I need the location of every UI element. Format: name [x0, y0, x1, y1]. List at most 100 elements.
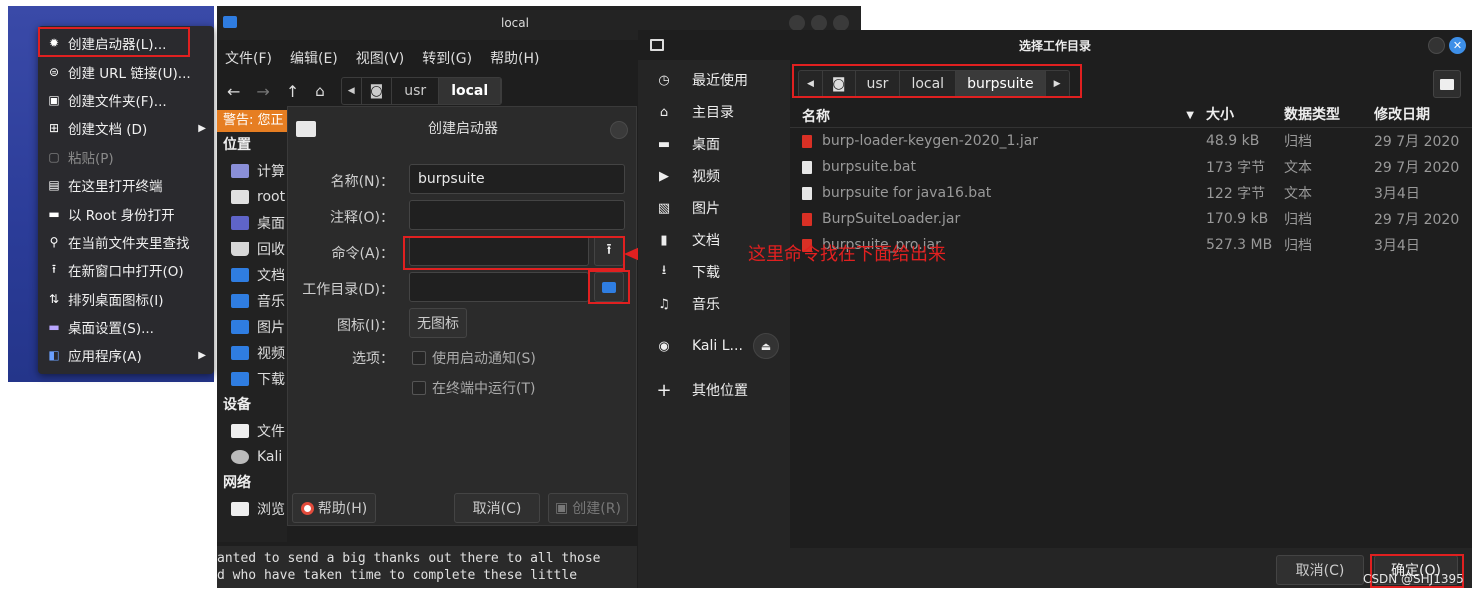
back-arrow-icon[interactable]: ←: [227, 82, 240, 101]
sidebar-item-music[interactable]: 音乐: [217, 288, 287, 314]
select-directory-dialog: 选择工作目录 ✕ ◷ 最近使用 ⌂ 主目录 ▬ 桌面 ▶ 视频 ▧ 图片 ▮ 文档 ⭳ 下载 …: [638, 30, 1472, 588]
menu-go[interactable]: 转到(G): [422, 48, 472, 68]
menu-open-new-window[interactable]: ⭱ 在新窗口中打开(O): [38, 256, 214, 284]
sidebar-item-kali[interactable]: Kali: [217, 444, 287, 470]
path-left-arrow-icon[interactable]: ◀: [799, 71, 823, 97]
new-folder-icon: [1440, 78, 1454, 90]
menu-help[interactable]: 帮助(H): [490, 48, 539, 68]
file-row[interactable]: burp-loader-keygen-2020_1.jar 48.9 kB 归档…: [790, 128, 1472, 154]
startup-notify-checkbox[interactable]: 使用启动通知(S): [412, 348, 536, 368]
menu-applications[interactable]: ◧ 应用程序(A) ▶: [38, 341, 214, 369]
sidebar-item-videos[interactable]: 视频: [217, 340, 287, 366]
name-input[interactable]: burpsuite: [409, 164, 625, 194]
maximize-button[interactable]: [811, 15, 827, 31]
new-folder-button[interactable]: [1433, 70, 1461, 98]
place-device-kali[interactable]: ◉ Kali L... ⏏: [638, 330, 790, 362]
icon-select-button[interactable]: 无图标: [409, 308, 467, 338]
place-music[interactable]: ♫ 音乐: [638, 288, 790, 320]
terminal-icon: ▤: [48, 178, 60, 193]
dialog-close-button[interactable]: ✕: [1449, 37, 1466, 54]
menu-file[interactable]: 文件(F): [225, 48, 272, 68]
workdir-input[interactable]: [409, 272, 589, 302]
path-usr[interactable]: usr: [856, 71, 901, 97]
sidebar-header-devices: 设备: [223, 397, 251, 413]
forward-arrow-icon[interactable]: →: [256, 82, 269, 101]
file-row[interactable]: BurpSuiteLoader.jar 170.9 kB 归档 29 7月 20…: [790, 206, 1472, 232]
command-browse-button[interactable]: ⭱: [594, 236, 624, 266]
workdir-browse-button[interactable]: [594, 272, 624, 302]
link-icon: ⊜: [48, 64, 60, 79]
create-icon: ▣: [555, 500, 569, 516]
run-in-terminal-checkbox[interactable]: 在终端中运行(T): [412, 378, 535, 398]
folder-icon: ▬: [48, 206, 60, 221]
place-videos[interactable]: ▶ 视频: [638, 160, 790, 192]
close-button[interactable]: [833, 15, 849, 31]
menu-desktop-settings[interactable]: ▬ 桌面设置(S)...: [38, 313, 214, 341]
sidebar-item-downloads[interactable]: 下载: [217, 366, 287, 392]
sidebar-item-computer[interactable]: 计算: [217, 158, 287, 184]
column-name[interactable]: 名称 ▼: [790, 104, 1202, 127]
place-home[interactable]: ⌂ 主目录: [638, 96, 790, 128]
computer-icon: [231, 164, 249, 178]
cancel-button[interactable]: 取消(C): [1276, 555, 1364, 585]
comment-input[interactable]: [409, 200, 625, 230]
menu-create-launcher[interactable]: ✹ 创建启动器(L)...: [38, 29, 214, 57]
sidebar-item-desktop[interactable]: 桌面: [217, 210, 287, 236]
workdir-label: 工作目录(D)：: [302, 282, 394, 298]
command-input[interactable]: [409, 236, 589, 266]
sidebar-item-pictures[interactable]: 图片: [217, 314, 287, 340]
paste-icon: ▢: [48, 149, 60, 164]
path-burpsuite[interactable]: burpsuite: [956, 71, 1046, 97]
menu-view[interactable]: 视图(V): [356, 48, 405, 68]
menu-open-as-root[interactable]: ▬ 以 Root 身份打开: [38, 199, 214, 227]
place-recent[interactable]: ◷ 最近使用: [638, 64, 790, 96]
sidebar-item-documents[interactable]: 文档: [217, 262, 287, 288]
column-size[interactable]: 大小: [1202, 104, 1280, 127]
dialog-title: 创建启动器: [428, 121, 498, 137]
minimize-button[interactable]: [789, 15, 805, 31]
path-local[interactable]: local: [900, 71, 957, 97]
dialog-title: 选择工作目录: [1018, 38, 1091, 53]
place-desktop[interactable]: ▬ 桌面: [638, 128, 790, 160]
menu-create-document[interactable]: ⊞ 创建文档 (D) ▶: [38, 114, 214, 142]
breadcrumb-usr[interactable]: usr: [392, 78, 440, 104]
menu-paste[interactable]: ▢ 粘贴(P): [38, 143, 214, 171]
folder-icon: [231, 372, 249, 386]
column-date[interactable]: 修改日期: [1370, 104, 1472, 127]
help-button[interactable]: 帮助(H): [292, 493, 376, 523]
menu-arrange-icons[interactable]: ⇅ 排列桌面图标(I): [38, 285, 214, 313]
disk-icon[interactable]: ◙: [362, 78, 393, 104]
breadcrumb-left-arrow-icon[interactable]: ◀: [342, 78, 362, 104]
sidebar-item-filesystem[interactable]: 文件: [217, 418, 287, 444]
menu-edit[interactable]: 编辑(E): [290, 48, 338, 68]
dialog-minimize-button[interactable]: [1428, 37, 1445, 54]
disk-icon[interactable]: ◙: [823, 71, 856, 97]
folder-icon: [231, 294, 249, 308]
breadcrumb-local[interactable]: local: [439, 78, 502, 104]
menu-open-terminal[interactable]: ▤ 在这里打开终端: [38, 171, 214, 199]
desktop-icon: ▬: [48, 320, 60, 335]
music-icon: ♫: [658, 296, 670, 312]
cancel-button[interactable]: 取消(C): [454, 493, 540, 523]
place-pictures[interactable]: ▧ 图片: [638, 192, 790, 224]
file-list-header: 名称 ▼ 大小 数据类型 修改日期: [790, 104, 1472, 128]
folder-icon: [231, 190, 249, 204]
home-icon[interactable]: ⌂: [315, 82, 325, 100]
up-arrow-icon[interactable]: ↑: [286, 82, 299, 101]
file-row[interactable]: burpsuite.bat 173 字节 文本 29 7月 2020: [790, 154, 1472, 180]
path-right-arrow-icon[interactable]: ▶: [1046, 71, 1069, 97]
sidebar-item-browse-network[interactable]: 浏览: [217, 496, 287, 522]
place-other-locations[interactable]: + 其他位置: [638, 374, 790, 406]
search-icon: ⚲: [49, 234, 59, 249]
sidebar-item-trash[interactable]: 回收: [217, 236, 287, 262]
dialog-close-button[interactable]: [610, 121, 628, 139]
column-type[interactable]: 数据类型: [1280, 104, 1370, 127]
menu-create-folder[interactable]: ▣ 创建文件夹(F)...: [38, 86, 214, 114]
menu-create-url-link[interactable]: ⊜ 创建 URL 链接(U)...: [38, 57, 214, 85]
desktop-icon: [231, 216, 249, 230]
create-button[interactable]: ▣ 创建(R): [548, 493, 628, 523]
menu-find-in-folder[interactable]: ⚲ 在当前文件夹里查找: [38, 228, 214, 256]
eject-icon[interactable]: ⏏: [752, 333, 779, 359]
sidebar-item-root[interactable]: root: [217, 184, 287, 210]
file-row[interactable]: burpsuite for java16.bat 122 字节 文本 3月4日: [790, 180, 1472, 206]
